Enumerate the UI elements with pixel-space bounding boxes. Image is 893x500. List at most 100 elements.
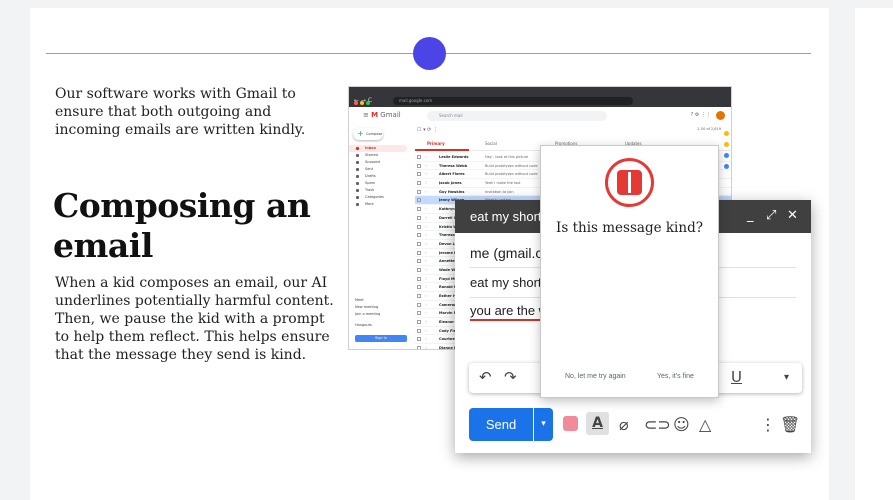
star-icon[interactable]: ☆ [424, 275, 428, 283]
checkbox[interactable] [417, 241, 421, 246]
checkbox[interactable] [417, 328, 421, 333]
sidebar-item-trash[interactable]: Trash [349, 187, 409, 194]
new-meeting-link[interactable]: New meeting [355, 304, 380, 311]
star-icon[interactable]: ☆ [424, 257, 428, 265]
star-icon[interactable]: ☆ [424, 335, 428, 343]
retry-button[interactable]: No, let me try again [565, 373, 626, 380]
star-icon[interactable]: ☆ [424, 344, 428, 349]
send-options-icon[interactable]: ▾ [534, 408, 553, 441]
star-icon[interactable]: ☆ [424, 283, 428, 291]
sidebar-item-inbox[interactable]: Inbox [349, 145, 407, 152]
hangouts-signin-button[interactable]: Sign in [355, 335, 407, 342]
attach-icon[interactable]: ⌀ [619, 415, 629, 435]
checkbox[interactable] [417, 215, 421, 220]
plus-icon: + [357, 129, 364, 138]
compose-button[interactable]: + Compose [353, 128, 383, 140]
expand-icon[interactable]: ⤢ [766, 208, 776, 223]
more-formatting-icon[interactable]: ▾ [784, 372, 789, 383]
close-icon[interactable]: ✕ [787, 208, 798, 223]
row-sender: Albert Flores [439, 172, 465, 177]
star-icon[interactable]: ☆ [424, 205, 428, 213]
pause-icon [605, 158, 654, 207]
confirm-button[interactable]: Yes, it's fine [657, 373, 694, 380]
avatar[interactable] [716, 111, 725, 120]
checkbox[interactable] [417, 267, 421, 272]
row-sender: Guy Hawkins [439, 189, 465, 194]
trash-icon[interactable]: 🗑 [780, 415, 800, 435]
star-icon[interactable]: ☆ [424, 309, 428, 317]
star-icon[interactable]: ☆ [424, 214, 428, 222]
checkbox[interactable] [417, 259, 421, 264]
text-format-icon[interactable]: A [586, 412, 609, 435]
kindness-extension-icon[interactable] [563, 416, 578, 431]
checkbox[interactable] [417, 320, 421, 325]
nav-arrows-icon[interactable]: ← → C [354, 97, 372, 105]
checkbox[interactable] [417, 181, 421, 186]
star-icon[interactable]: ☆ [424, 179, 428, 187]
redo-icon[interactable]: ↷ [504, 368, 517, 386]
sidebar-item-more[interactable]: More [349, 201, 409, 208]
checkbox[interactable] [417, 294, 421, 298]
sidebar-item-starred[interactable]: Starred [349, 152, 409, 159]
url-bar[interactable]: mail.google.com [393, 97, 633, 105]
sidebar-item-spam[interactable]: Spam [349, 180, 409, 187]
minimize-icon[interactable]: _ [747, 208, 754, 223]
calendar-icon[interactable] [723, 131, 729, 136]
star-icon[interactable]: ☆ [424, 266, 428, 274]
checkbox[interactable] [417, 163, 421, 168]
sidebar-item-drafts[interactable]: Drafts [349, 173, 409, 180]
star-icon[interactable]: ☆ [424, 231, 428, 239]
star-icon[interactable]: ☆ [424, 249, 428, 257]
checkbox[interactable] [417, 311, 421, 316]
gmail-logo[interactable]: ≡ M Gmail [363, 111, 401, 119]
more-options-icon[interactable]: ⋮ [760, 415, 776, 435]
underline-icon[interactable]: U [731, 368, 742, 386]
emoji-icon[interactable]: ☺ [673, 415, 690, 435]
gmail-header: ≡ M Gmail Search mail ? ⚙ ⋮⋮ [349, 107, 731, 125]
checkbox[interactable] [417, 189, 421, 194]
star-icon[interactable]: ☆ [424, 188, 428, 196]
star-icon[interactable]: ☆ [424, 223, 428, 231]
undo-icon[interactable]: ↶ [479, 368, 492, 386]
keep-icon[interactable] [723, 142, 729, 147]
checkbox[interactable] [417, 207, 421, 212]
checkbox[interactable] [417, 337, 421, 342]
tasks-icon[interactable] [723, 153, 729, 158]
gmail-sidebar: Inbox Starred Snoozed Sent Drafts Spam T… [349, 145, 409, 208]
star-icon[interactable]: ☆ [424, 318, 428, 326]
checkbox[interactable] [417, 172, 421, 177]
checkbox[interactable] [417, 302, 421, 307]
sidebar-item-categories[interactable]: Categories [349, 194, 409, 201]
sidebar-item-sent[interactable]: Sent [349, 166, 409, 173]
checkbox[interactable] [417, 346, 421, 349]
tab-social[interactable]: Social [485, 141, 497, 146]
star-icon[interactable]: ☆ [424, 292, 428, 300]
tab-primary[interactable]: Primary [427, 141, 445, 146]
mail-toolbar[interactable]: ☐ ▾ ⟳ ⋮ [417, 127, 438, 133]
contacts-icon[interactable] [723, 164, 729, 169]
star-icon[interactable]: ☆ [424, 240, 428, 248]
checkbox[interactable] [417, 224, 421, 229]
star-icon[interactable]: ☆ [424, 153, 428, 161]
pager: 1–50 of 2,619 [696, 127, 721, 131]
search-input[interactable]: Search mail [427, 111, 607, 121]
send-button[interactable]: Send [469, 408, 533, 441]
join-meeting-link[interactable]: Join a meeting [355, 311, 380, 318]
link-icon[interactable]: ⊂⊃ [644, 415, 671, 435]
header-icons[interactable]: ? ⚙ ⋮⋮ [691, 112, 711, 118]
checkbox[interactable] [417, 250, 421, 255]
checkbox[interactable] [417, 155, 421, 159]
star-icon[interactable]: ☆ [424, 170, 428, 178]
star-icon[interactable]: ☆ [424, 162, 428, 170]
checkbox[interactable] [417, 285, 421, 290]
drive-icon[interactable]: △ [699, 415, 711, 435]
row-sender: Theresa Webb [439, 163, 468, 168]
star-icon[interactable]: ☆ [424, 327, 428, 335]
star-icon[interactable]: ☆ [424, 301, 428, 309]
checkbox[interactable] [417, 233, 421, 238]
sidebar-item-snoozed[interactable]: Snoozed [349, 159, 409, 166]
accent-dot [413, 37, 446, 70]
checkbox[interactable] [417, 276, 421, 281]
checkbox[interactable] [417, 198, 421, 203]
star-icon[interactable]: ☆ [424, 196, 428, 204]
